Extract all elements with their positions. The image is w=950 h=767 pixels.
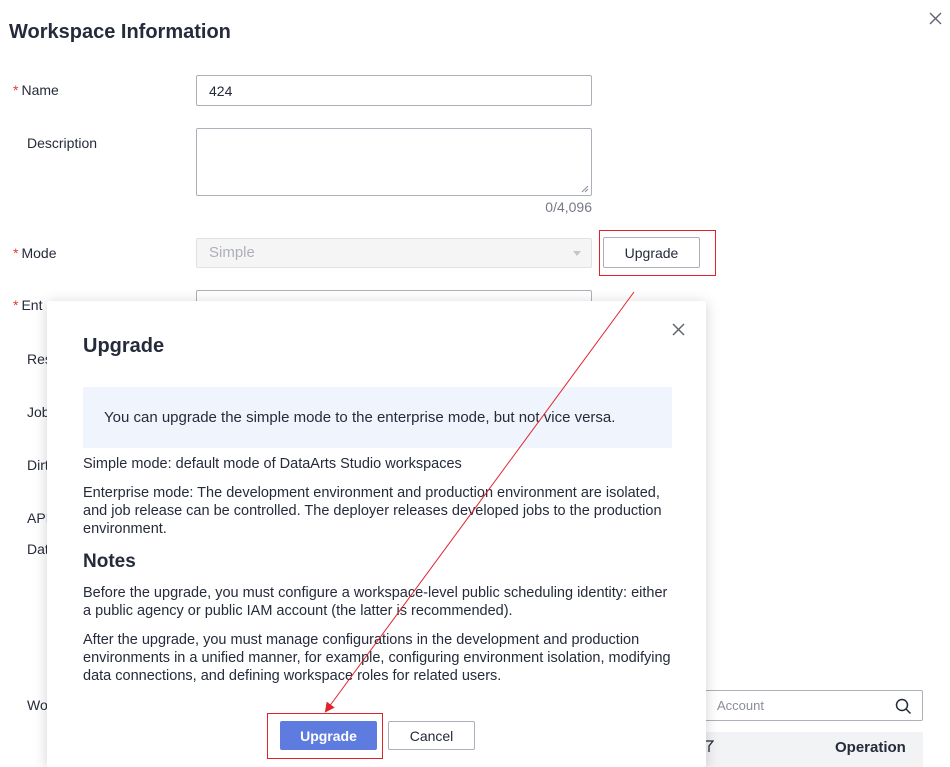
resize-grip-icon[interactable] <box>579 183 589 193</box>
account-search[interactable] <box>700 690 923 721</box>
description-label: Description <box>27 135 98 151</box>
name-input[interactable] <box>196 75 592 106</box>
peek-label-dirt: Dirt <box>27 457 47 473</box>
cancel-button[interactable]: Cancel <box>388 721 475 750</box>
dialog-title: Upgrade <box>83 335 165 357</box>
required-marker: * <box>13 82 19 98</box>
members-table-header: Operation <box>700 732 923 767</box>
note-2: After the upgrade, you must manage confi… <box>83 632 671 684</box>
upgrade-notice: You can upgrade the simple mode to the e… <box>83 387 672 448</box>
page-title: Workspace Information <box>9 21 231 43</box>
enterprise-mode-text: Enterprise mode: The development environ… <box>83 485 662 537</box>
operation-column-header: Operation <box>835 739 906 756</box>
note-1: Before the upgrade, you must configure a… <box>83 585 668 619</box>
confirm-upgrade-button[interactable]: Upgrade <box>280 721 377 750</box>
peek-label-dat: Dat <box>27 541 47 557</box>
description-textarea[interactable] <box>196 128 592 196</box>
required-marker: * <box>13 245 19 261</box>
mode-upgrade-button[interactable]: Upgrade <box>603 237 700 268</box>
peek-label-wo: Wo <box>27 697 47 713</box>
peek-label-res: Res <box>27 351 47 367</box>
description-counter: 0/4,096 <box>545 199 592 215</box>
name-label: * Name <box>13 82 59 98</box>
peek-label-job: Job <box>27 404 47 420</box>
mode-label: * Mode <box>13 245 57 261</box>
close-icon[interactable] <box>929 12 943 26</box>
account-search-input[interactable] <box>715 697 889 714</box>
chevron-down-icon <box>573 251 581 256</box>
dialog-close-icon[interactable] <box>672 323 686 337</box>
notes-heading: Notes <box>83 551 136 572</box>
mode-select: Simple <box>196 238 592 268</box>
search-icon[interactable] <box>895 698 912 715</box>
peek-label-api: API <box>27 510 47 526</box>
simple-mode-text: Simple mode: default mode of DataArts St… <box>83 456 462 472</box>
enterprise-project-label: * Ent <box>13 297 43 313</box>
upgrade-dialog: Upgrade You can upgrade the simple mode … <box>47 301 706 767</box>
required-marker: * <box>13 297 19 313</box>
